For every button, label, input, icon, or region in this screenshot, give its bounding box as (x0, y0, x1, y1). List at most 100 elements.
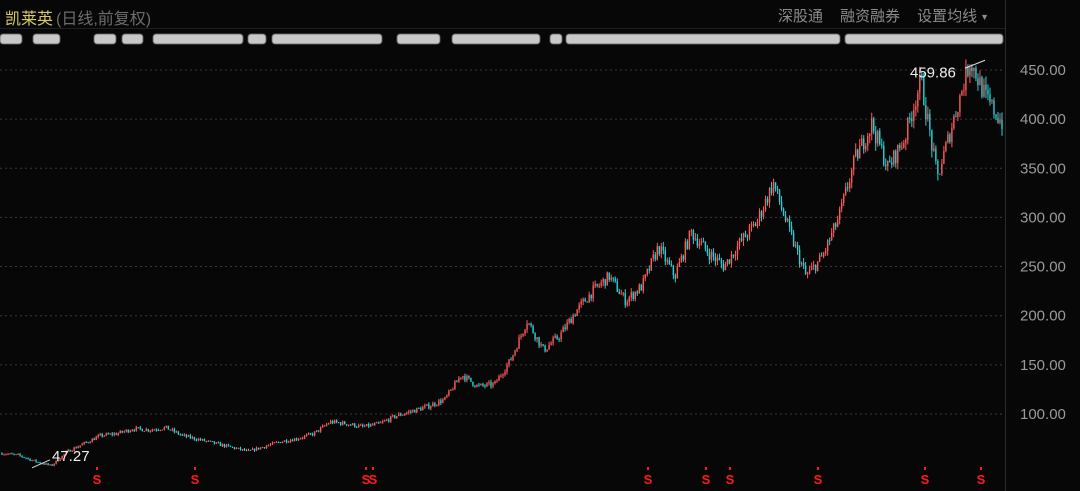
candle-body (800, 262, 803, 265)
candle-body (267, 445, 270, 447)
candle-body (251, 448, 254, 450)
candle-body (295, 438, 298, 440)
candle-body (620, 293, 622, 295)
candle-body (746, 237, 749, 239)
candle-body (568, 319, 570, 323)
marker-dot (729, 467, 731, 470)
candle-body (670, 264, 673, 266)
candle-body (997, 117, 999, 123)
marker-dot (817, 467, 819, 470)
candle-body (333, 420, 336, 424)
candle-body (23, 456, 25, 458)
candle-body (291, 440, 294, 442)
candle-body (3, 454, 5, 456)
candle-body (85, 442, 87, 444)
candle-body (544, 345, 546, 352)
candle-body (660, 246, 663, 255)
candle-body (345, 424, 348, 426)
candle-body (329, 421, 332, 424)
price-chart[interactable]: 450.00 400.00 350.00 300.00 250.00 200.00 150.… (0, 0, 1080, 491)
candle-body (446, 395, 448, 398)
candle-body (502, 374, 504, 376)
candle-body (93, 438, 95, 441)
candle-body (700, 241, 703, 244)
marker-dot (365, 467, 367, 470)
candle-body (402, 414, 404, 416)
candle-body (991, 100, 993, 102)
candle-body (911, 118, 913, 121)
candle-body (770, 187, 773, 193)
candle-body (37, 461, 39, 463)
marker-dot (96, 467, 98, 470)
candle-body (388, 419, 390, 422)
candle-body (257, 447, 260, 450)
candle-body (193, 437, 196, 440)
candle-body (688, 230, 691, 249)
candle-body (618, 291, 620, 294)
candle-body (975, 67, 977, 79)
candle-body (524, 329, 526, 334)
candle-body (999, 119, 1001, 123)
candle-body (867, 136, 869, 146)
candle-body (590, 294, 592, 299)
candle-body (897, 145, 899, 164)
candle-body (157, 430, 160, 432)
candle-body (536, 337, 538, 340)
candle-body (386, 419, 388, 421)
candle-body (442, 399, 444, 403)
candle-body (804, 265, 807, 274)
candle-body (582, 299, 584, 302)
candle-body (608, 272, 610, 280)
candle-body (662, 246, 665, 251)
candle-body (616, 281, 618, 292)
candle-body (782, 208, 785, 216)
candle-body (939, 173, 941, 175)
candle-body (287, 441, 290, 443)
candle-body (690, 230, 693, 232)
candle-body (987, 90, 989, 95)
candle-body (181, 434, 184, 436)
candle-body (303, 435, 306, 438)
marker-dot (980, 467, 982, 470)
candle-body (506, 365, 508, 372)
candle-body (863, 138, 865, 150)
candle-body (484, 385, 486, 387)
candle-body (281, 441, 284, 443)
candle-body (167, 425, 170, 430)
candle-body (297, 439, 300, 441)
candle-body (362, 424, 364, 427)
candle-body (456, 381, 458, 383)
candle-body (426, 404, 428, 406)
candle-body (965, 66, 967, 91)
y-tick-label: 250.00 (1020, 259, 1066, 276)
candle-body (734, 255, 737, 257)
candle-body (810, 266, 813, 270)
candle-body (133, 430, 135, 432)
candle-body (285, 440, 288, 443)
candle-body (600, 282, 602, 286)
candle-body (185, 434, 188, 437)
candle-body (213, 441, 216, 444)
candle-body (949, 134, 951, 143)
candle-body (692, 230, 695, 240)
candle-body (43, 463, 45, 465)
candle-body (392, 415, 394, 417)
candle-body (163, 427, 166, 430)
candle-body (546, 349, 548, 352)
candle-body (768, 187, 771, 203)
candle-body (836, 219, 839, 227)
candle-body (107, 433, 109, 435)
candle-body (808, 269, 811, 274)
candle-body (562, 327, 564, 333)
candle-body (217, 442, 220, 444)
candle-body (840, 202, 843, 209)
candle-body (722, 263, 725, 271)
candle-body (528, 323, 530, 325)
candle-body (189, 435, 192, 439)
candle-body (780, 201, 783, 209)
candle-body (712, 251, 715, 257)
candle-body (492, 383, 494, 387)
candle-body (139, 427, 141, 429)
candle-body (504, 371, 506, 375)
y-tick-label: 300.00 (1020, 209, 1066, 226)
